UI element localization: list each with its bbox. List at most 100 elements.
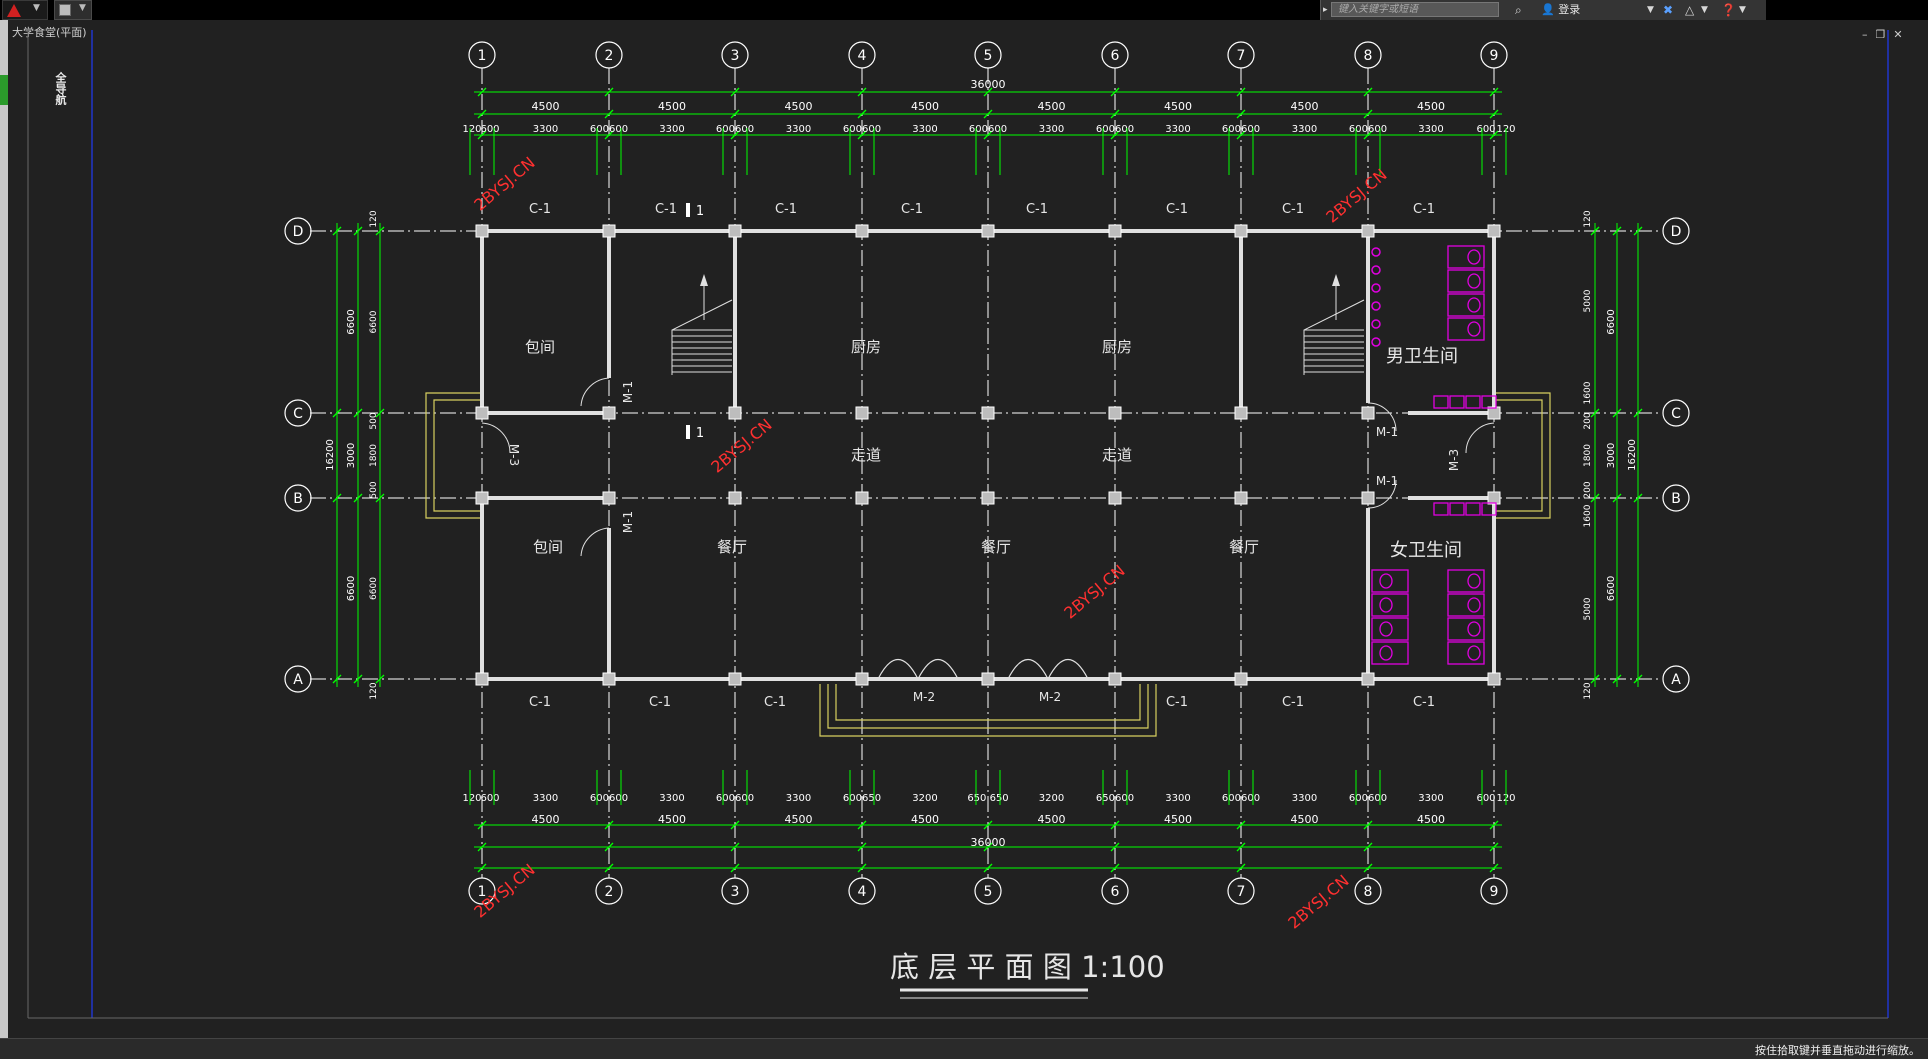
dimension-bay: 4500	[658, 813, 686, 826]
dimension-vertical-detail: 1800	[1583, 444, 1593, 467]
dimension-detail: 600600	[716, 124, 754, 135]
toilet-stall	[1447, 641, 1485, 665]
column	[602, 672, 616, 686]
column	[1234, 224, 1248, 238]
room-label-dining3: 餐厅	[1229, 538, 1259, 556]
axis-label: 3	[731, 884, 740, 900]
axis-label: C	[1671, 406, 1681, 422]
dimension-detail: 600600	[843, 124, 881, 135]
window-label: C-1	[529, 695, 551, 710]
room-label-corridor1: 走道	[851, 446, 881, 464]
dimension-detail: 650 650	[967, 793, 1008, 804]
axis-label: 4	[858, 884, 867, 900]
column	[728, 406, 742, 420]
watermark-text: 2BYSJ.CN	[707, 415, 775, 477]
window-label: C-1	[1166, 695, 1188, 710]
dimension-detail: 600600	[590, 793, 628, 804]
stair-outline	[1303, 299, 1365, 375]
axis-label: 7	[1237, 884, 1246, 900]
column	[1234, 406, 1248, 420]
dimension-bay: 4500	[1417, 100, 1445, 113]
dimension-detail: 600600	[716, 793, 754, 804]
axis-label: 5	[984, 884, 993, 900]
dimension-vertical: 3000	[346, 443, 357, 468]
dimension-vertical-total: 16200	[325, 439, 336, 471]
toilet	[1379, 597, 1393, 613]
dimension-bay: 4500	[1038, 813, 1066, 826]
dimension-vertical: 6600	[346, 576, 357, 601]
window-label: C-1	[1413, 695, 1435, 710]
dimension-vertical-total: 16200	[1627, 439, 1638, 471]
dimension-vertical: 3000	[1606, 443, 1617, 468]
toilet-stall	[1447, 293, 1485, 317]
entrance-step	[1496, 399, 1543, 512]
toilet	[1467, 249, 1481, 265]
window-label: C-1	[1026, 202, 1048, 217]
axis-label: B	[293, 491, 303, 507]
toilet-stall	[1371, 617, 1409, 641]
axis-label: 2	[605, 884, 614, 900]
dimension-detail: 600	[480, 124, 499, 135]
toilet-stall	[1371, 569, 1409, 593]
toilet	[1467, 573, 1481, 589]
dimension-detail: 3300	[533, 124, 558, 135]
room-label-kitchen2: 厨房	[1102, 338, 1132, 356]
dimension-vertical-detail: 1800	[369, 444, 379, 467]
dimension-bay: 4500	[532, 100, 560, 113]
column	[475, 224, 489, 238]
section-mark-label: 1	[696, 426, 704, 441]
window-label: C-1	[649, 695, 671, 710]
urinal	[1371, 319, 1381, 329]
toilet	[1467, 273, 1481, 289]
dimension-detail: 600600	[1349, 793, 1387, 804]
dimension-vertical-detail: 500	[369, 412, 379, 429]
toilet-stall	[1447, 269, 1485, 293]
window-label: C-1	[1166, 202, 1188, 217]
dimension-bay: 4500	[1291, 813, 1319, 826]
column	[981, 406, 995, 420]
dimension-vertical: 6600	[1606, 576, 1617, 601]
dimension-total: 36000	[971, 836, 1006, 849]
wash-basin	[1449, 502, 1465, 516]
dimension-detail: 3300	[659, 793, 684, 804]
dimension-detail: 120	[462, 793, 481, 804]
column	[1487, 224, 1501, 238]
command-prompt-text: 按住拾取键并垂直拖动进行缩放。	[1755, 1044, 1920, 1057]
axis-label: A	[1671, 672, 1681, 688]
room-label-dining1: 餐厅	[717, 538, 747, 556]
window-label: C-1	[1282, 695, 1304, 710]
axis-label: 6	[1111, 48, 1120, 64]
axis-label: 2	[605, 48, 614, 64]
watermark-text: 2BYSJ.CN	[1284, 871, 1352, 933]
room-label-private1: 包间	[525, 338, 555, 356]
toilet-stall	[1447, 569, 1485, 593]
watermark-text: 2BYSJ.CN	[1060, 561, 1128, 623]
room-label-kitchen1: 厨房	[851, 338, 881, 356]
toilet	[1379, 645, 1393, 661]
stair-arrow-head	[700, 274, 708, 286]
dimension-vertical-detail: 1600	[1583, 381, 1593, 404]
dimension-vertical-detail: 5000	[1583, 289, 1593, 312]
column	[855, 672, 869, 686]
urinal	[1371, 301, 1381, 311]
column	[1234, 672, 1248, 686]
dimension-bay: 4500	[1291, 100, 1319, 113]
dimension-total: 36000	[971, 78, 1006, 91]
status-bar: 按住拾取键并垂直拖动进行缩放。	[0, 1038, 1928, 1059]
dimension-detail: 600600	[1096, 124, 1134, 135]
window-label: C-1	[764, 695, 786, 710]
dimension-detail: 600650	[843, 793, 881, 804]
wash-basin	[1433, 395, 1449, 409]
axis-label: A	[293, 672, 303, 688]
column	[1487, 491, 1501, 505]
dimension-vertical-detail: 200	[1583, 481, 1593, 498]
toilet	[1467, 297, 1481, 313]
axis-label: 9	[1490, 884, 1499, 900]
column	[1487, 672, 1501, 686]
dimension-bay: 4500	[1164, 100, 1192, 113]
section-mark-label: 1	[696, 204, 704, 219]
door-swing	[877, 659, 959, 681]
column	[1361, 406, 1375, 420]
toilet-stall	[1447, 317, 1485, 341]
room-label-private2: 包间	[533, 538, 563, 556]
